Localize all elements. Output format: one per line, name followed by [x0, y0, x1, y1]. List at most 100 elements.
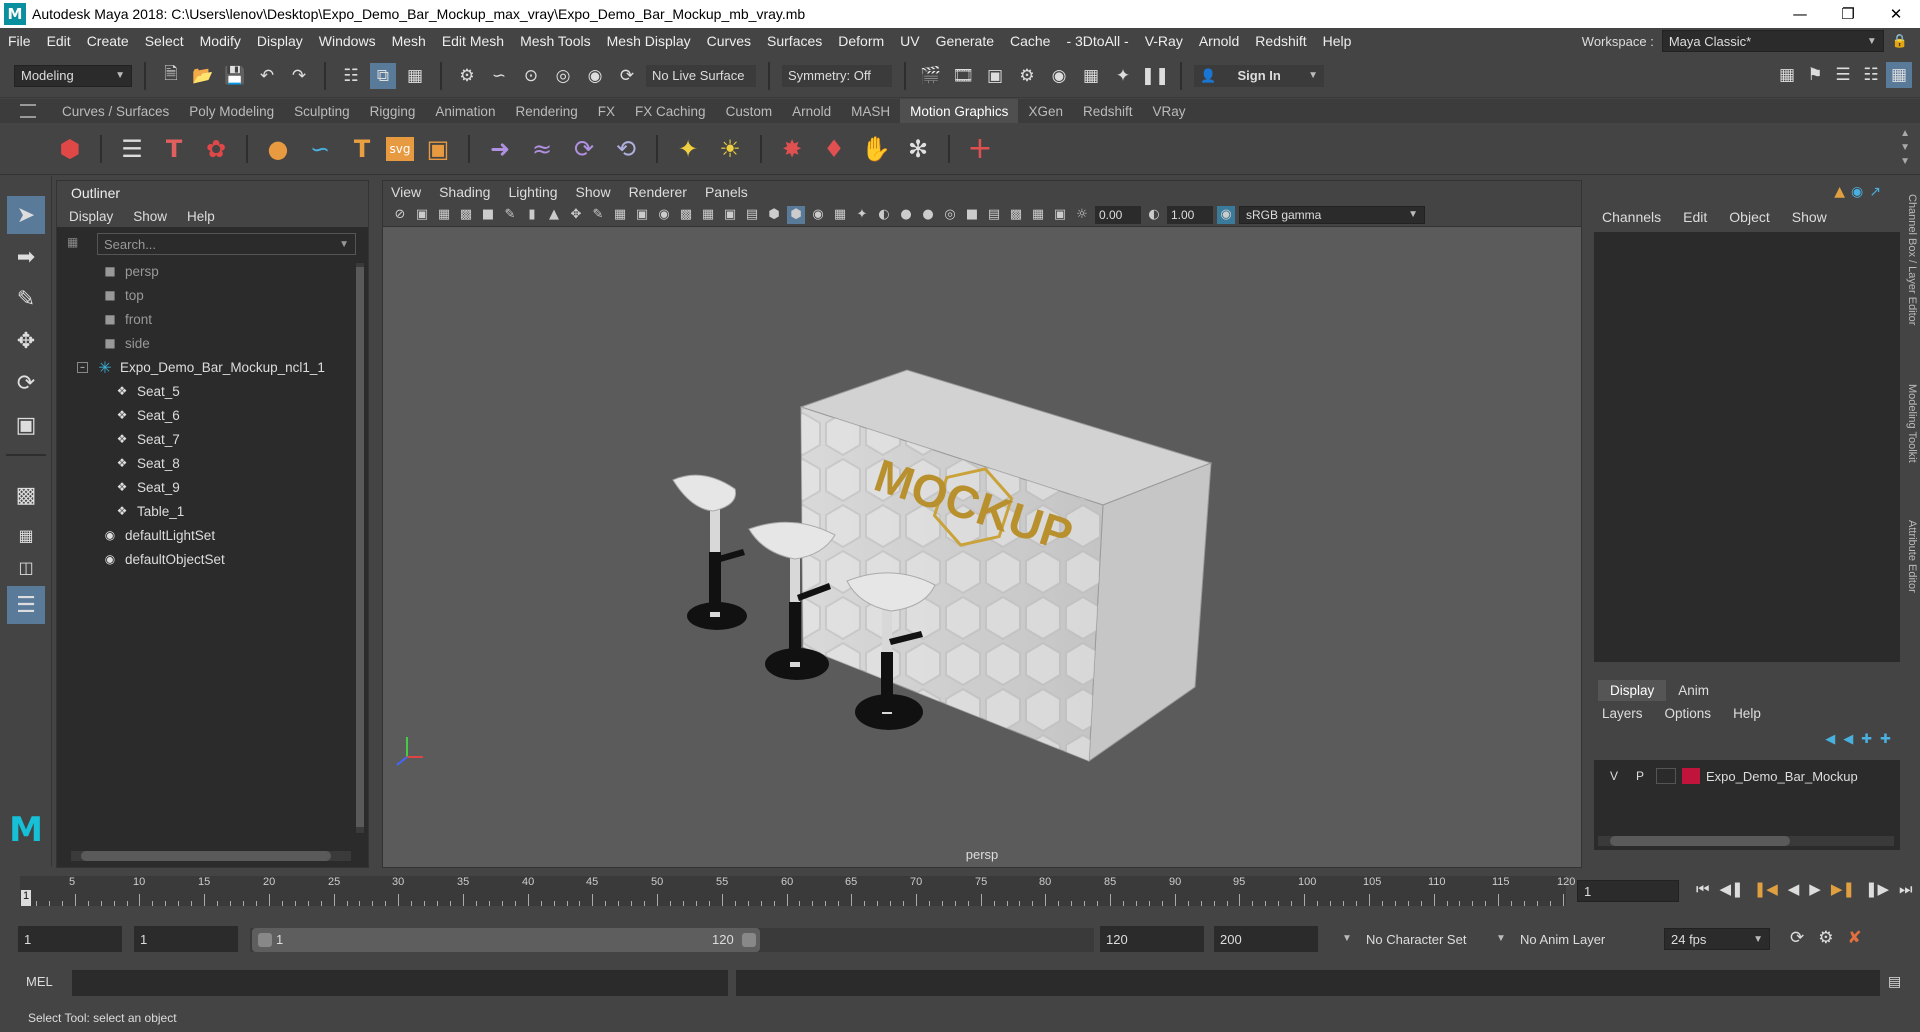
range-end-grip-icon[interactable] — [742, 933, 756, 947]
paint-select-icon[interactable]: ✎ — [7, 280, 45, 318]
render-view-icon[interactable]: ▦ — [1078, 63, 1104, 89]
light-grid-icon[interactable]: ✦ — [670, 131, 706, 167]
current-frame-field[interactable]: 1 — [1577, 880, 1679, 902]
wave-icon[interactable]: ≈ — [524, 131, 560, 167]
shelf-scroll-icon[interactable]: ▲ ▼ ▼ — [1900, 127, 1910, 169]
curve-icon[interactable]: ∽ — [302, 131, 338, 167]
shelf-tab-arnold[interactable]: Arnold — [782, 99, 841, 123]
menu-windows[interactable]: Windows — [311, 33, 384, 49]
film-gate-icon[interactable]: ▣ — [633, 206, 651, 224]
close-button[interactable]: ✕ — [1872, 0, 1920, 28]
viewport-menu-shading[interactable]: Shading — [439, 184, 490, 200]
select-hierarchy-icon[interactable]: ☷ — [338, 63, 364, 89]
loop-icon[interactable]: ⟳ — [566, 131, 602, 167]
menu-create[interactable]: Create — [79, 33, 137, 49]
bookmark-icon[interactable]: ▦ — [435, 206, 453, 224]
shelf-tab-custom[interactable]: Custom — [716, 99, 783, 123]
outliner-item-side[interactable]: ■ side — [101, 331, 368, 355]
chevron-down-icon[interactable]: ▼ — [1496, 933, 1506, 944]
smooth-shade-icon[interactable]: ⬢ — [787, 205, 805, 224]
outliner-item-seat-7[interactable]: ❖ Seat_7 — [113, 427, 368, 451]
playback-end-field[interactable]: 120 — [1100, 926, 1204, 952]
wireframe-icon[interactable]: ⬢ — [765, 206, 783, 224]
lock-icon[interactable]: 🔒 — [1892, 34, 1908, 49]
play-forward-icon[interactable]: ▶ — [1809, 880, 1821, 898]
render-sequence-icon[interactable]: 🎞 — [950, 63, 976, 89]
exposure-field[interactable]: 0.00 — [1095, 205, 1141, 224]
outliner-item-seat-5[interactable]: ❖ Seat_5 — [113, 379, 368, 403]
shelf-tab-motion-graphics[interactable]: Motion Graphics — [900, 99, 1019, 123]
shelf-tab-xgen[interactable]: XGen — [1018, 99, 1073, 123]
layer-visibility-toggle[interactable]: V — [1604, 768, 1624, 784]
layer-menu-help[interactable]: Help — [1733, 706, 1761, 721]
screen-space-ao-icon[interactable]: ● — [897, 206, 915, 224]
explode-icon[interactable]: ✸ — [774, 131, 810, 167]
pan-zoom-icon[interactable]: ✥ — [567, 206, 585, 224]
channel-menu-object[interactable]: Object — [1729, 209, 1769, 225]
snap-grid-icon[interactable]: ⚙ — [454, 63, 480, 89]
rotate-tool-icon[interactable]: ⟳ — [7, 364, 45, 402]
layer-playback-toggle[interactable]: P — [1630, 768, 1650, 784]
outliner-item-persp[interactable]: ■ persp — [101, 259, 368, 283]
channel-menu-channels[interactable]: Channels — [1602, 209, 1661, 225]
outliner-menu-display[interactable]: Display — [69, 209, 113, 224]
xray-joints-icon[interactable]: ▦ — [1029, 206, 1047, 224]
menu-3dtoall[interactable]: - 3DtoAll - — [1058, 33, 1136, 49]
menu-vray[interactable]: V-Ray — [1137, 33, 1191, 49]
menu-edit[interactable]: Edit — [39, 33, 79, 49]
outliner-search-input[interactable]: Search... ▼ — [97, 233, 356, 255]
shelf-menu-icon[interactable] — [20, 104, 36, 118]
snap-edge-icon[interactable]: ⟳ — [614, 63, 640, 89]
grease-pencil-icon[interactable]: ✎ — [501, 206, 519, 224]
new-layer-icon[interactable]: ✚ — [1861, 732, 1872, 747]
outliner-item-seat-8[interactable]: ❖ Seat_8 — [113, 451, 368, 475]
layer-menu-layers[interactable]: Layers — [1602, 706, 1643, 721]
outliner-item-seat-9[interactable]: ❖ Seat_9 — [113, 475, 368, 499]
isolate-select-icon[interactable]: ▤ — [985, 206, 1003, 224]
render-settings-icon[interactable]: ⚙ — [1014, 63, 1040, 89]
outliner-item-default-object-set[interactable]: ◉ defaultObjectSet — [101, 547, 368, 571]
hypershade-icon[interactable]: ◉ — [1046, 63, 1072, 89]
single-pane-icon[interactable]: ▩ — [7, 476, 45, 514]
minimize-button[interactable]: — — [1776, 0, 1824, 28]
outliner-menu-show[interactable]: Show — [133, 209, 167, 224]
channel-menu-show[interactable]: Show — [1792, 209, 1827, 225]
side-tab-modeling-toolkit[interactable]: Modeling Toolkit — [1906, 384, 1918, 463]
brush-icon[interactable]: ✿ — [198, 131, 234, 167]
outliner-item-default-light-set[interactable]: ◉ defaultLightSet — [101, 523, 368, 547]
maximize-button[interactable]: ❐ — [1824, 0, 1872, 28]
snap-curve-icon[interactable]: ∽ — [486, 63, 512, 89]
wireframe-on-shaded-icon[interactable]: ◉ — [809, 206, 827, 224]
menu-mesh-display[interactable]: Mesh Display — [599, 33, 699, 49]
camera-attributes-icon[interactable]: ▣ — [413, 206, 431, 224]
menu-redshift[interactable]: Redshift — [1247, 33, 1314, 49]
depth-of-field-icon[interactable]: ■ — [963, 206, 981, 224]
lasso-tool-icon[interactable]: ➡ — [7, 238, 45, 276]
new-layer-selected-icon[interactable]: ✚ — [1880, 732, 1891, 747]
gamma-field[interactable]: 1.00 — [1167, 205, 1213, 224]
playback-start-field[interactable]: 1 — [134, 926, 238, 952]
list-icon[interactable]: ☰ — [114, 131, 150, 167]
channel-menu-edit[interactable]: Edit — [1683, 209, 1707, 225]
layer-horizontal-scrollbar[interactable] — [1598, 836, 1894, 846]
end-frame-field[interactable]: 200 — [1214, 926, 1318, 952]
mash-network-icon[interactable]: ⬢ — [52, 131, 88, 167]
menu-select[interactable]: Select — [137, 33, 192, 49]
camera-icon[interactable]: ■ — [479, 206, 497, 224]
shelf-tab-fx-caching[interactable]: FX Caching — [625, 99, 716, 123]
xray-icon[interactable]: ▩ — [1007, 206, 1025, 224]
snap-view-icon[interactable]: ◎ — [550, 63, 576, 89]
particle-icon[interactable]: ✻ — [900, 131, 936, 167]
menu-set-dropdown[interactable]: Modeling ▼ — [14, 64, 132, 87]
viewport-menu-lighting[interactable]: Lighting — [508, 184, 557, 200]
side-tab-channel-box[interactable]: Channel Box / Layer Editor — [1906, 194, 1918, 325]
viewport-menu-panels[interactable]: Panels — [705, 184, 748, 200]
go-to-end-icon[interactable]: ⏭ — [1899, 880, 1913, 898]
snap-surface-icon[interactable]: ◉ — [582, 63, 608, 89]
side-tab-attribute-editor[interactable]: Attribute Editor — [1906, 520, 1918, 593]
sphere-icon[interactable]: ● — [260, 131, 296, 167]
layer-type-toggle[interactable] — [1656, 768, 1676, 784]
menu-file[interactable]: File — [0, 33, 39, 49]
menu-curves[interactable]: Curves — [699, 33, 759, 49]
layer-tab-anim[interactable]: Anim — [1666, 680, 1721, 701]
